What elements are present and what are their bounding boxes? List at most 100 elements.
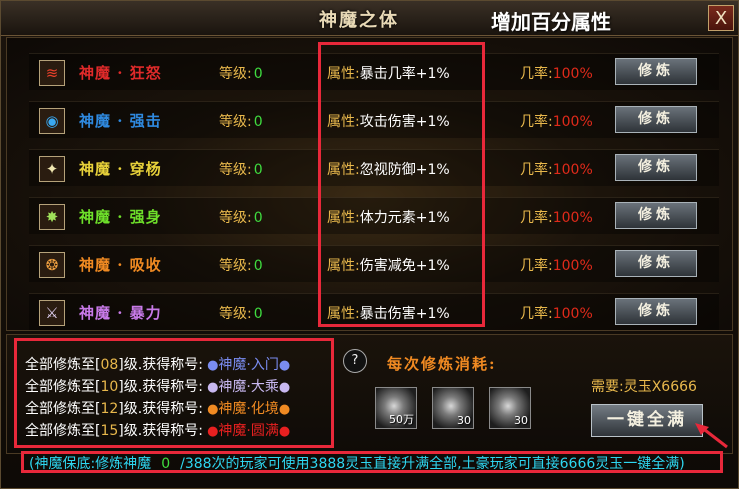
rate-value: 100% — [552, 306, 593, 322]
shenmo-window: 神魔之体 增加百分属性 X ≋ 神魔 · 狂怒 等级: 0 属性:暴击几率+1% 几率:1… — [0, 0, 739, 489]
skill-name: 神魔 · 穿杨 — [79, 160, 162, 178]
cultivate-button[interactable]: 修炼 — [615, 154, 697, 181]
arrow-annotation-icon — [695, 423, 728, 449]
bullet-icon: ● — [278, 424, 291, 439]
vortex-icon: ❂ — [39, 252, 65, 278]
rate-label: 几率: — [520, 66, 553, 82]
skill-name: 神魔 · 强身 — [79, 208, 162, 226]
bullet-icon: ● — [202, 380, 219, 395]
reward-level: 15 — [100, 423, 119, 439]
reward-suffix: ]级.获得称号: — [118, 423, 203, 439]
reward-prefix: 全部修炼至[ — [25, 401, 101, 417]
rate-display: 几率:100% — [520, 63, 593, 83]
bullet-icon: ● — [278, 380, 291, 395]
reward-suffix: ]级.获得称号: — [118, 379, 203, 395]
title-reward-line: 全部修炼至[15]级.获得称号: ●神魔·圆满● — [25, 420, 290, 440]
rate-value: 100% — [552, 210, 593, 226]
item-count: 30 — [457, 414, 471, 427]
sparkle-icon: ✸ — [39, 204, 65, 230]
cultivate-button[interactable]: 修炼 — [615, 58, 697, 85]
bullet-icon: ● — [202, 358, 219, 373]
sword-icon: ⚔ — [39, 300, 65, 326]
rate-label: 几率: — [520, 258, 553, 274]
silver-ingot-icon[interactable]: 50万 — [375, 387, 417, 429]
level-display: 等级: 0 — [219, 159, 263, 179]
level-value: 0 — [253, 162, 263, 178]
bullet-icon: ● — [278, 358, 291, 373]
rate-value: 100% — [552, 258, 593, 274]
footer-part2: /388次的玩家可使用3888灵玉直接升满全部,土豪玩家可直接6666灵玉一键全… — [180, 456, 685, 472]
orb-icon[interactable]: 30 — [489, 387, 531, 429]
rate-display: 几率:100% — [520, 303, 593, 323]
attribute-highlight-box — [318, 42, 485, 327]
level-value: 0 — [253, 306, 263, 322]
level-value: 0 — [253, 66, 263, 82]
level-label: 等级: — [219, 306, 252, 322]
ore-icon[interactable]: 30 — [432, 387, 474, 429]
bullet-icon: ● — [202, 402, 219, 417]
rate-display: 几率:100% — [520, 207, 593, 227]
level-label: 等级: — [219, 258, 252, 274]
reward-prefix: 全部修炼至[ — [25, 379, 101, 395]
level-value: 0 — [253, 114, 263, 130]
skill-name: 神魔 · 强击 — [79, 112, 162, 130]
reward-level: 08 — [100, 357, 119, 373]
cultivate-button[interactable]: 修炼 — [615, 106, 697, 133]
skill-name: 神魔 · 狂怒 — [79, 64, 162, 82]
reward-prefix: 全部修炼至[ — [25, 357, 101, 373]
footer-text: (神魔保底:修炼神魔 0/388次的玩家可使用3888灵玉直接升满全部,土豪玩家可… — [29, 453, 685, 473]
reward-title: 神魔·化境 — [218, 401, 279, 417]
reward-suffix: ]级.获得称号: — [118, 357, 203, 373]
window-title: 神魔之体 — [319, 10, 399, 31]
rate-value: 100% — [552, 162, 593, 178]
one-click-max-button[interactable]: 一键全满 — [591, 404, 703, 437]
close-button[interactable]: X — [708, 5, 734, 31]
title-bar: 神魔之体 增加百分属性 X — [1, 1, 738, 36]
level-label: 等级: — [219, 114, 252, 130]
title-reward-line: 全部修炼至[08]级.获得称号: ●神魔·入门● — [25, 354, 290, 374]
bullet-icon: ● — [278, 402, 291, 417]
rate-label: 几率: — [520, 114, 553, 130]
help-icon[interactable]: ? — [343, 349, 367, 373]
swirl-icon: ◉ — [39, 108, 65, 134]
level-display: 等级: 0 — [219, 207, 263, 227]
cultivate-button[interactable]: 修炼 — [615, 298, 697, 325]
reward-title: 神魔·大乘 — [218, 379, 279, 395]
requirement-text: 需要:灵玉X6666 — [591, 379, 697, 395]
reward-title: 神魔·圆满 — [218, 423, 279, 439]
rate-label: 几率: — [520, 210, 553, 226]
title-reward-line: 全部修炼至[12]级.获得称号: ●神魔·化境● — [25, 398, 290, 418]
level-display: 等级: 0 — [219, 255, 263, 275]
rate-label: 几率: — [520, 162, 553, 178]
rate-value: 100% — [552, 114, 593, 130]
rate-display: 几率:100% — [520, 255, 593, 275]
skill-name: 神魔 · 暴力 — [79, 304, 162, 322]
reward-title: 神魔·入门 — [218, 357, 279, 373]
level-value: 0 — [253, 258, 263, 274]
footer-count: 0 — [161, 456, 171, 472]
level-label: 等级: — [219, 210, 252, 226]
level-label: 等级: — [219, 162, 252, 178]
rate-display: 几率:100% — [520, 159, 593, 179]
cultivate-button[interactable]: 修炼 — [615, 250, 697, 277]
annotation-title: 增加百分属性 — [491, 10, 611, 34]
item-count: 30 — [514, 414, 528, 427]
skill-name: 神魔 · 吸收 — [79, 256, 162, 274]
footer-part1: (神魔保底:修炼神魔 — [29, 456, 152, 472]
rate-label: 几率: — [520, 306, 553, 322]
figure-icon: ✦ — [39, 156, 65, 182]
reward-suffix: ]级.获得称号: — [118, 401, 203, 417]
bullet-icon: ● — [202, 424, 219, 439]
item-count: 50万 — [389, 413, 414, 426]
level-label: 等级: — [219, 66, 252, 82]
reward-level: 12 — [100, 401, 119, 417]
cost-label: 每次修炼消耗: — [387, 355, 497, 373]
title-reward-line: 全部修炼至[10]级.获得称号: ●神魔·大乘● — [25, 376, 290, 396]
level-value: 0 — [253, 210, 263, 226]
fire-claw-icon: ≋ — [39, 60, 65, 86]
reward-level: 10 — [100, 379, 119, 395]
cultivate-button[interactable]: 修炼 — [615, 202, 697, 229]
rate-value: 100% — [552, 66, 593, 82]
level-display: 等级: 0 — [219, 111, 263, 131]
rate-display: 几率:100% — [520, 111, 593, 131]
